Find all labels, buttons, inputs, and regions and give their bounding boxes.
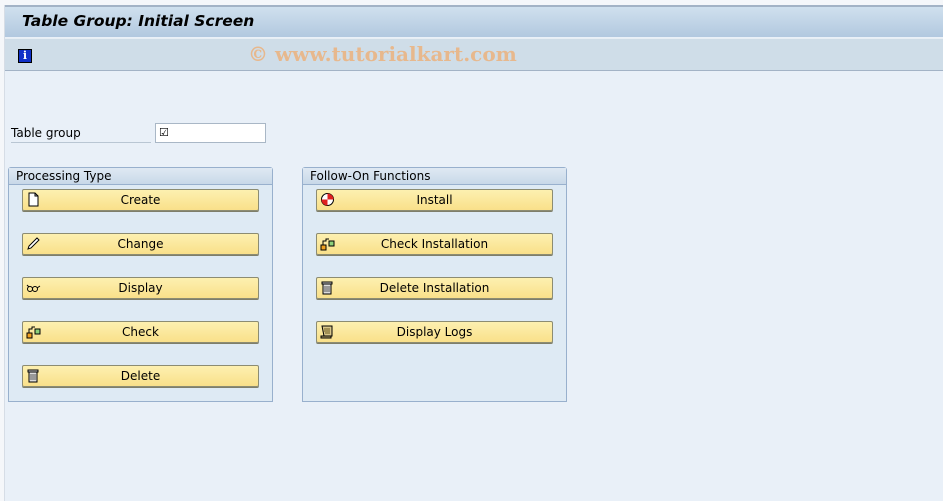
trash-icon [27, 369, 39, 383]
button-label: Change [117, 237, 164, 251]
watermark: © www.tutorialkart.com [248, 42, 517, 66]
button-label: Display Logs [396, 325, 473, 339]
change-button[interactable]: Change [22, 233, 259, 255]
log-scroll-icon [320, 325, 333, 339]
new-document-icon [28, 192, 39, 207]
hierarchy-check-icon [320, 238, 335, 251]
install-icon [321, 193, 334, 206]
group-title: Follow-On Functions [303, 168, 566, 185]
required-checkbox-icon: ☑ [159, 126, 169, 139]
label-underline [11, 142, 151, 143]
button-label: Install [416, 193, 453, 207]
create-button[interactable]: Create [22, 189, 259, 211]
table-group-input[interactable]: ☑ [155, 123, 266, 143]
display-button[interactable]: Display [22, 277, 259, 299]
sap-window: Table Group: Initial Screen i © www.tuto… [4, 5, 943, 501]
delete-installation-button[interactable]: Delete Installation [316, 277, 553, 299]
page-title: Table Group: Initial Screen [22, 12, 255, 30]
button-label: Delete [120, 369, 161, 383]
trash-icon [321, 281, 333, 295]
glasses-icon [26, 284, 41, 292]
processing-type-group: Processing Type Create Change Display Ch… [8, 167, 273, 402]
group-title: Processing Type [9, 168, 272, 185]
button-label: Check Installation [380, 237, 489, 251]
install-button[interactable]: Install [316, 189, 553, 211]
check-installation-button[interactable]: Check Installation [316, 233, 553, 255]
button-label: Delete Installation [379, 281, 490, 295]
delete-button[interactable]: Delete [22, 365, 259, 387]
pencil-icon [27, 237, 40, 250]
info-icon[interactable]: i [18, 49, 32, 63]
button-label: Create [120, 193, 161, 207]
hierarchy-check-icon [26, 326, 41, 339]
follow-on-functions-group: Follow-On Functions Install Check Instal… [302, 167, 567, 402]
button-label: Display [118, 281, 163, 295]
check-button[interactable]: Check [22, 321, 259, 343]
button-label: Check [122, 325, 159, 339]
application-toolbar: i © www.tutorialkart.com [5, 38, 943, 71]
table-group-label: Table group [11, 126, 81, 140]
title-bar: Table Group: Initial Screen [5, 5, 943, 37]
display-logs-button[interactable]: Display Logs [316, 321, 553, 343]
